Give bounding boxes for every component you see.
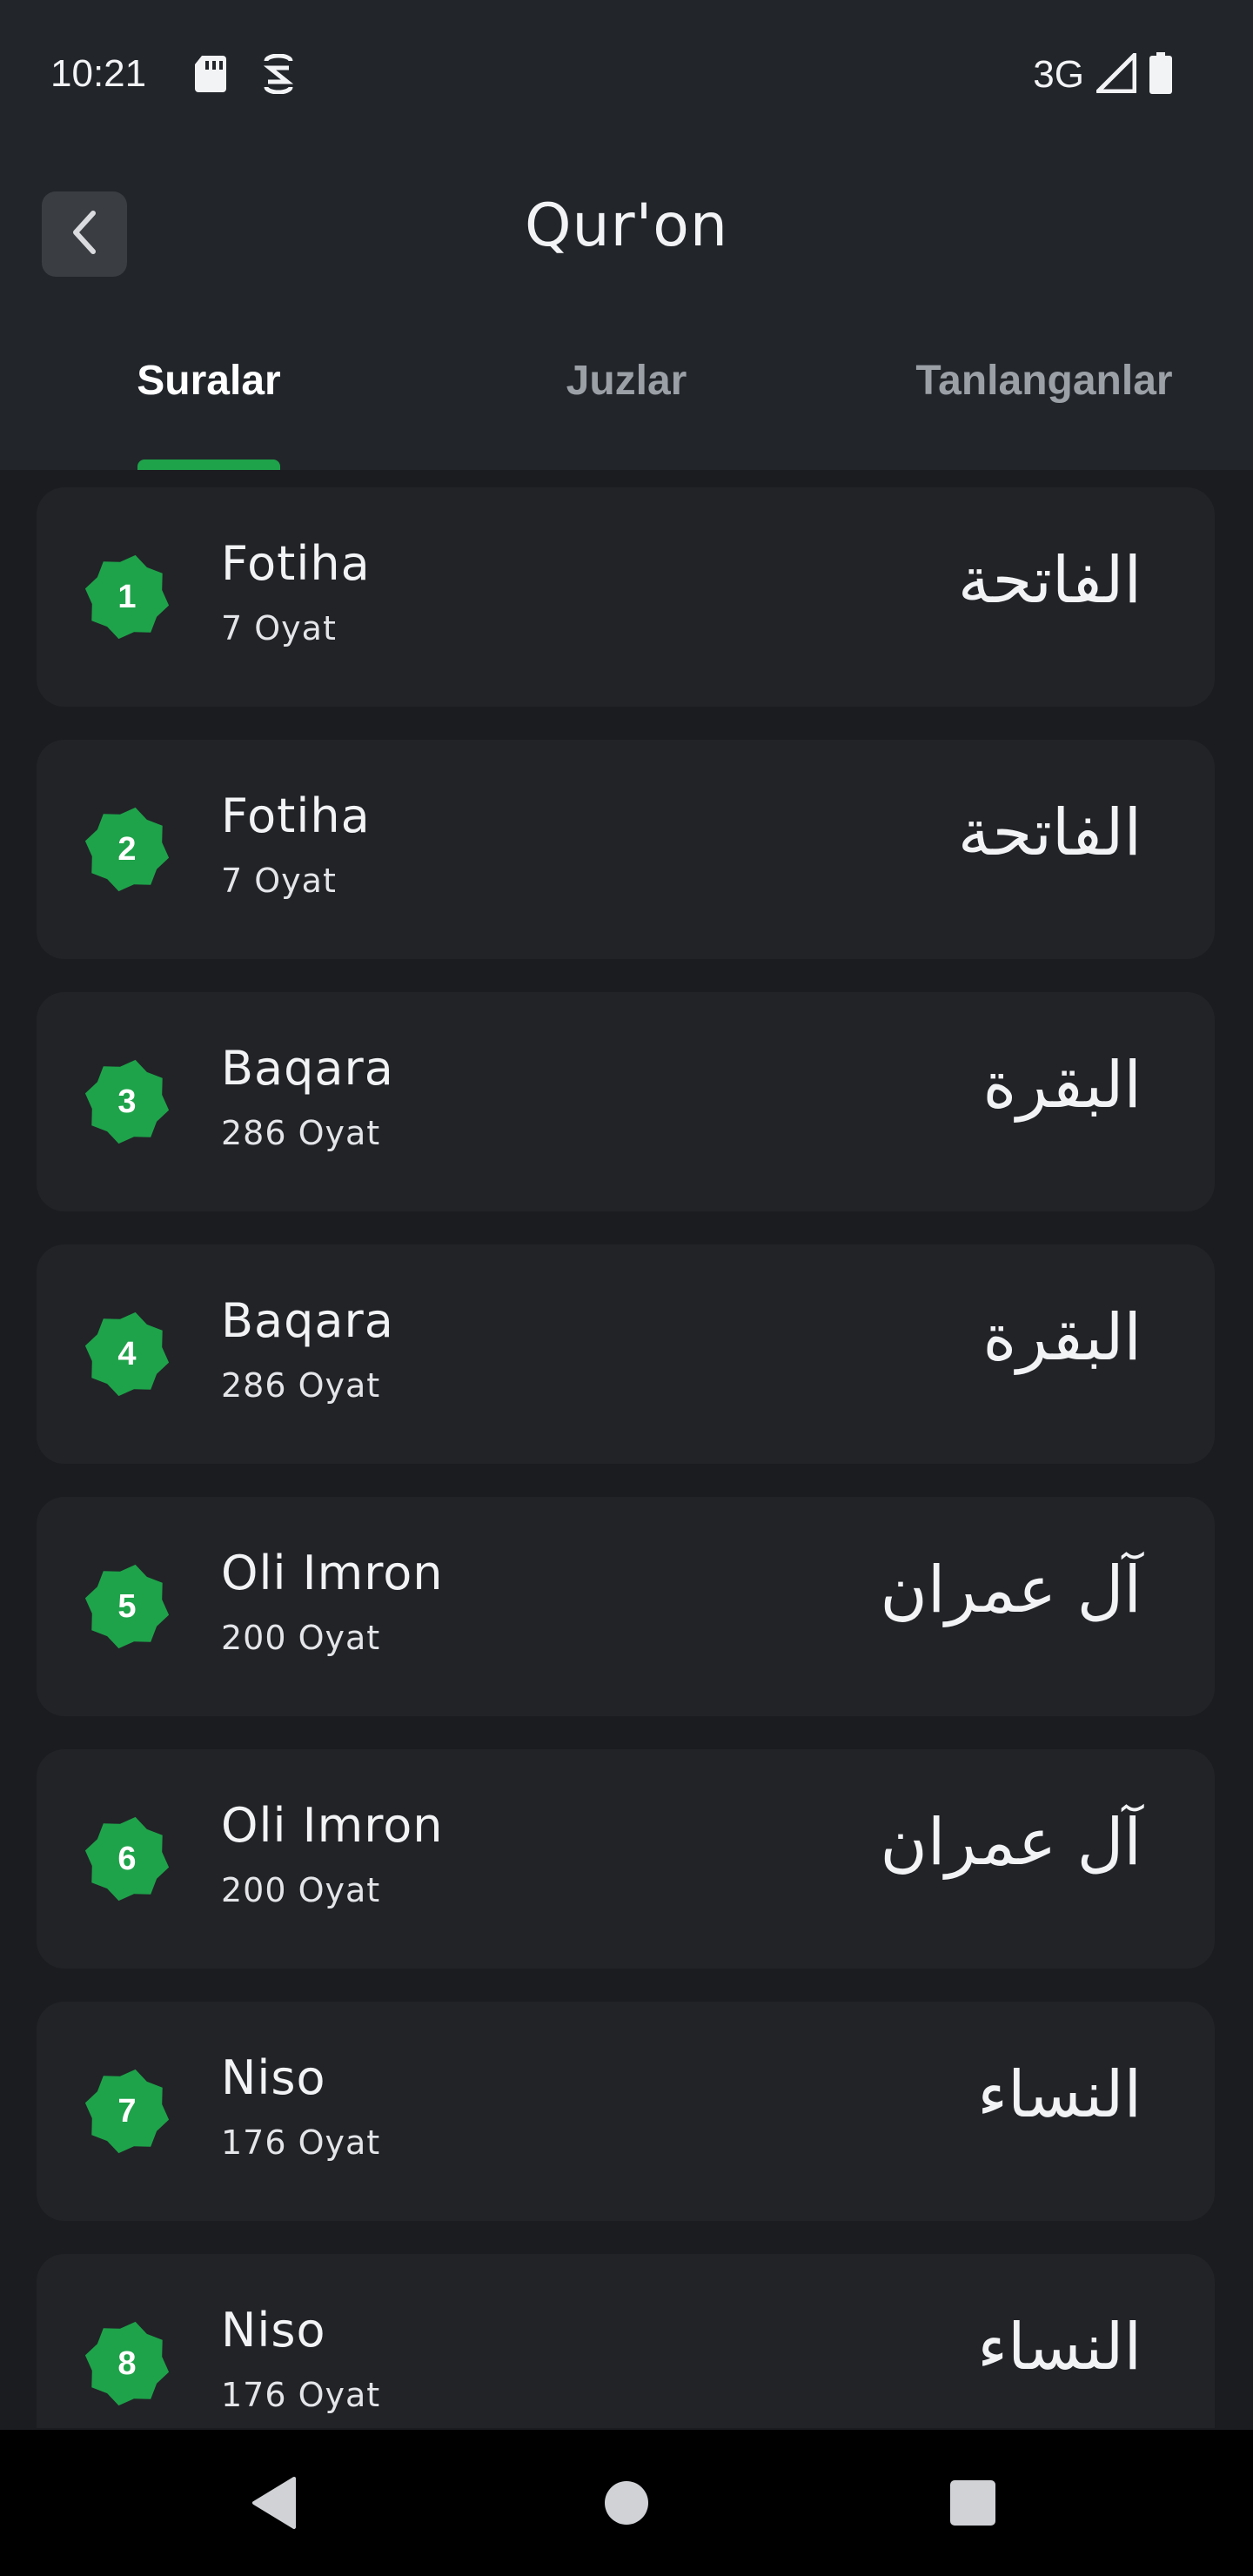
tab-tanlanganlar[interactable]: Tanlanganlar <box>835 357 1253 405</box>
surah-row[interactable]: 2 Fotiha 7 Oyat الفاتحة <box>37 740 1215 959</box>
surah-row[interactable]: 6 Oli Imron 200 Oyat آل عمران <box>37 1749 1215 1969</box>
surah-row[interactable]: 3 Baqara 286 Oyat البقرة <box>37 992 1215 1211</box>
sd-card-icon <box>193 54 228 97</box>
surah-number-badge: 5 <box>84 1563 171 1650</box>
sim-icon <box>261 53 296 97</box>
surah-number-badge: 7 <box>84 2068 171 2155</box>
surah-name: Baqara <box>221 1293 394 1348</box>
active-tab-indicator <box>137 460 280 470</box>
surah-name: Niso <box>221 2303 326 2358</box>
tab-suralar[interactable]: Suralar <box>0 357 418 405</box>
tab-bar: Suralar Juzlar Tanlanganlar <box>0 348 1253 470</box>
back-triangle-icon[interactable] <box>249 2475 298 2534</box>
status-time: 10:21 <box>50 52 147 95</box>
app-bar: Qur'on Suralar Juzlar Tanlanganlar <box>0 148 1253 470</box>
surah-name: Oli Imron <box>221 1546 444 1600</box>
surah-number-badge: 8 <box>84 2320 171 2407</box>
surah-number: 4 <box>117 1335 137 1372</box>
surah-row[interactable]: 8 Niso 176 Oyat النساء <box>37 2254 1215 2428</box>
surah-number: 5 <box>117 1587 137 1625</box>
verse-count: 286 Oyat <box>221 1366 381 1405</box>
verse-count: 176 Oyat <box>221 2376 381 2414</box>
verse-count: 200 Oyat <box>221 1619 381 1657</box>
surah-number: 2 <box>117 830 137 868</box>
surah-arabic-name: الفاتحة <box>957 543 1142 618</box>
home-circle-icon[interactable] <box>604 2475 649 2534</box>
surah-row[interactable]: 1 Fotiha 7 Oyat الفاتحة <box>37 487 1215 707</box>
surah-number: 7 <box>117 2092 137 2130</box>
surah-arabic-name: البقرة <box>982 1300 1142 1375</box>
surah-row[interactable]: 5 Oli Imron 200 Oyat آل عمران <box>37 1497 1215 1716</box>
network-type: 3G <box>1033 53 1084 96</box>
surah-name: Fotiha <box>221 788 371 843</box>
battery-icon <box>1149 52 1173 97</box>
surah-name: Baqara <box>221 1041 394 1096</box>
surah-number: 6 <box>117 1840 137 1877</box>
surah-number: 8 <box>117 2345 137 2382</box>
surah-arabic-name: النساء <box>977 2057 1142 2132</box>
status-notification-icons <box>193 53 296 97</box>
verse-count: 200 Oyat <box>221 1871 381 1909</box>
surah-number-badge: 2 <box>84 806 171 893</box>
tab-juzlar[interactable]: Juzlar <box>418 357 835 405</box>
surah-number-badge: 6 <box>84 1815 171 1902</box>
verse-count: 7 Oyat <box>221 609 337 647</box>
surah-number: 3 <box>117 1083 137 1120</box>
surah-number-badge: 4 <box>84 1311 171 1398</box>
verse-count: 286 Oyat <box>221 1114 381 1152</box>
surah-arabic-name: آل عمران <box>880 1805 1142 1880</box>
page-title: Qur'on <box>525 191 728 260</box>
surah-name: Niso <box>221 2050 326 2105</box>
surah-number-badge: 3 <box>84 1058 171 1145</box>
surah-arabic-name: البقرة <box>982 1048 1142 1123</box>
surah-arabic-name: آل عمران <box>880 1553 1142 1627</box>
signal-icon <box>1096 52 1137 97</box>
recents-square-icon[interactable] <box>948 2475 997 2534</box>
verse-count: 176 Oyat <box>221 2123 381 2162</box>
status-system-icons: 3G <box>1033 52 1173 97</box>
status-bar: 10:21 3G <box>0 0 1253 148</box>
surah-number: 1 <box>117 578 137 615</box>
surah-arabic-name: الفاتحة <box>957 795 1142 870</box>
surah-list[interactable]: 1 Fotiha 7 Oyat الفاتحة 2 Fotiha 7 Oyat … <box>0 470 1253 2428</box>
surah-arabic-name: النساء <box>977 2310 1142 2385</box>
surah-row[interactable]: 7 Niso 176 Oyat النساء <box>37 2002 1215 2221</box>
verse-count: 7 Oyat <box>221 862 337 900</box>
surah-row[interactable]: 4 Baqara 286 Oyat البقرة <box>37 1244 1215 1464</box>
surah-name: Oli Imron <box>221 1798 444 1853</box>
system-navigation-bar <box>0 2430 1253 2576</box>
surah-name: Fotiha <box>221 536 371 591</box>
surah-number-badge: 1 <box>84 553 171 641</box>
